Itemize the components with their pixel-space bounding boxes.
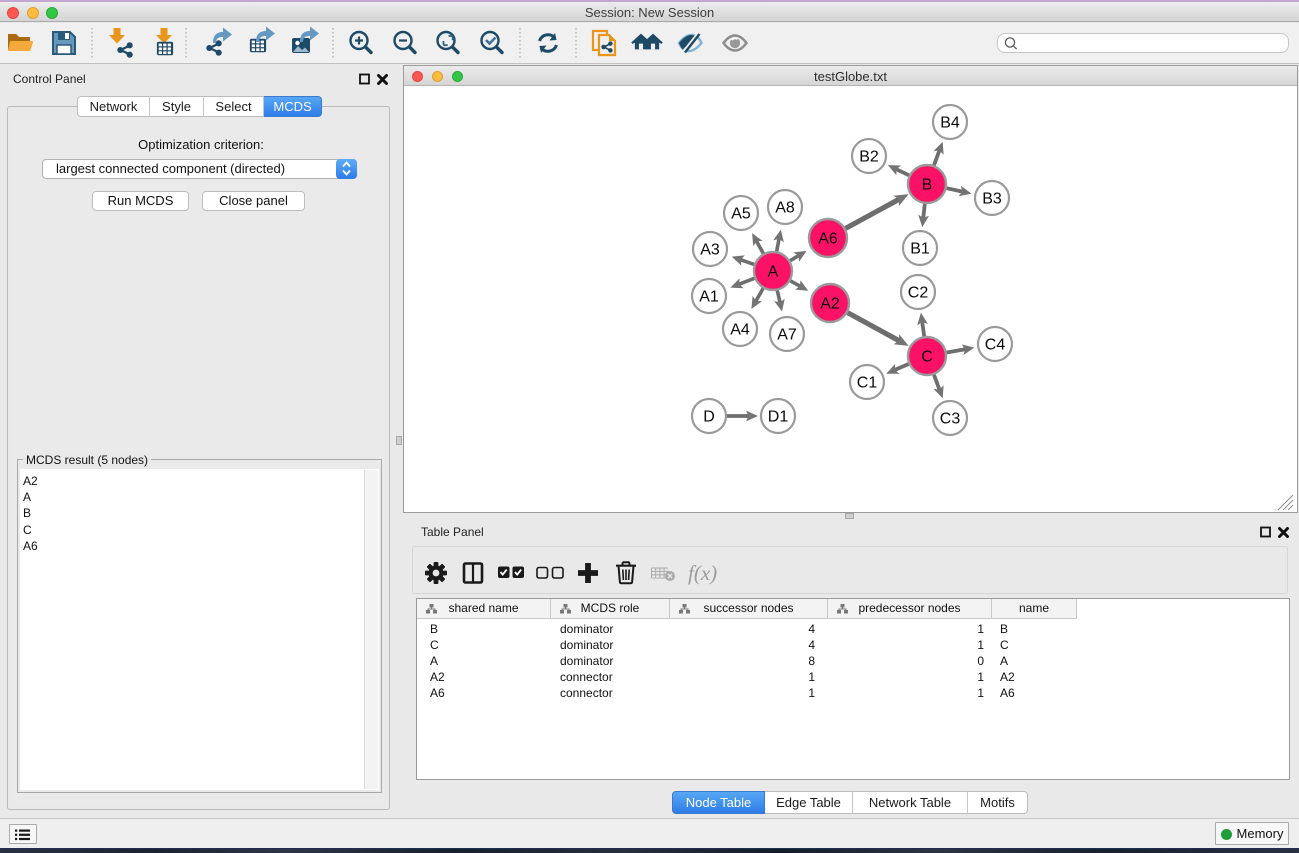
svg-text:A4: A4 [730, 322, 750, 339]
svg-text:C4: C4 [985, 337, 1006, 354]
svg-text:C2: C2 [908, 285, 929, 302]
svg-text:A: A [768, 264, 779, 281]
svg-text:C1: C1 [857, 375, 878, 392]
svg-text:B4: B4 [940, 115, 960, 132]
svg-text:C: C [921, 349, 933, 366]
svg-text:A5: A5 [731, 206, 751, 223]
svg-text:C3: C3 [940, 411, 961, 428]
svg-text:B2: B2 [859, 149, 879, 166]
svg-text:A7: A7 [777, 327, 797, 344]
svg-text:A1: A1 [699, 289, 719, 306]
svg-text:B1: B1 [910, 241, 930, 258]
svg-text:D1: D1 [768, 409, 789, 426]
svg-text:A6: A6 [818, 231, 838, 248]
svg-text:D: D [703, 409, 715, 426]
svg-text:f(x): f(x) [688, 561, 717, 585]
svg-text:B: B [922, 177, 933, 194]
svg-text:A8: A8 [775, 200, 795, 217]
svg-text:B3: B3 [982, 191, 1002, 208]
svg-text:A3: A3 [700, 242, 720, 259]
svg-text:A2: A2 [820, 296, 840, 313]
